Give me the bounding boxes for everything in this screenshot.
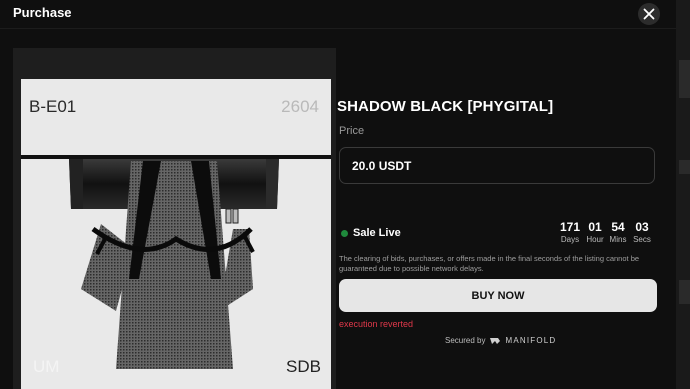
sale-status: Sale Live: [353, 227, 401, 239]
price-value: 20.0 USDT: [352, 159, 412, 173]
price-field: 20.0 USDT: [339, 147, 655, 184]
artwork-code: B-E01: [29, 97, 77, 116]
countdown-days: 171 Days: [559, 220, 581, 245]
buy-now-button[interactable]: BUY NOW: [339, 279, 657, 312]
countdown-hours: 01 Hour: [585, 220, 605, 245]
header-divider: [0, 28, 676, 29]
secured-by: Secured by MANIFOLD: [445, 336, 556, 345]
artwork-image: B-E01 2604 UM SDB: [21, 79, 331, 389]
background-element: [679, 280, 690, 304]
error-message: execution reverted: [339, 319, 414, 329]
artwork-initials: UM: [33, 357, 60, 376]
countdown-seconds: 03 Secs: [632, 220, 652, 245]
countdown-seconds-value: 03: [635, 220, 649, 234]
close-icon: [643, 8, 655, 20]
close-button[interactable]: [638, 3, 660, 25]
manifold-logo-icon: [490, 337, 501, 344]
network-disclaimer: The clearing of bids, purchases, or offe…: [339, 254, 640, 273]
countdown-days-unit: Days: [560, 235, 580, 244]
secured-by-label: Secured by: [445, 336, 486, 345]
artwork-number: 2604: [281, 97, 319, 116]
background-element: [679, 160, 690, 174]
countdown-minutes-unit: Mins: [609, 235, 627, 244]
live-status-dot: [341, 230, 348, 237]
countdown-minutes: 54 Mins: [608, 220, 628, 245]
kimono-illustration: [21, 155, 331, 369]
countdown-minutes-value: 54: [611, 220, 625, 234]
countdown-hours-unit: Hour: [586, 235, 604, 244]
artwork-brand-mark: SDB: [286, 357, 321, 376]
background-page-edge: [676, 0, 690, 389]
product-title: SHADOW BLACK [PHYGITAL]: [337, 98, 554, 115]
background-element: [679, 60, 690, 98]
manifold-brand: MANIFOLD: [505, 336, 557, 345]
purchase-modal: Purchase B-E01 2604 UM SDB SHADOW BLACK …: [0, 0, 676, 389]
countdown-seconds-unit: Secs: [633, 235, 651, 244]
countdown-days-value: 171: [559, 220, 581, 234]
modal-title: Purchase: [13, 5, 72, 20]
countdown-hours-value: 01: [588, 220, 602, 234]
price-label: Price: [339, 125, 365, 137]
